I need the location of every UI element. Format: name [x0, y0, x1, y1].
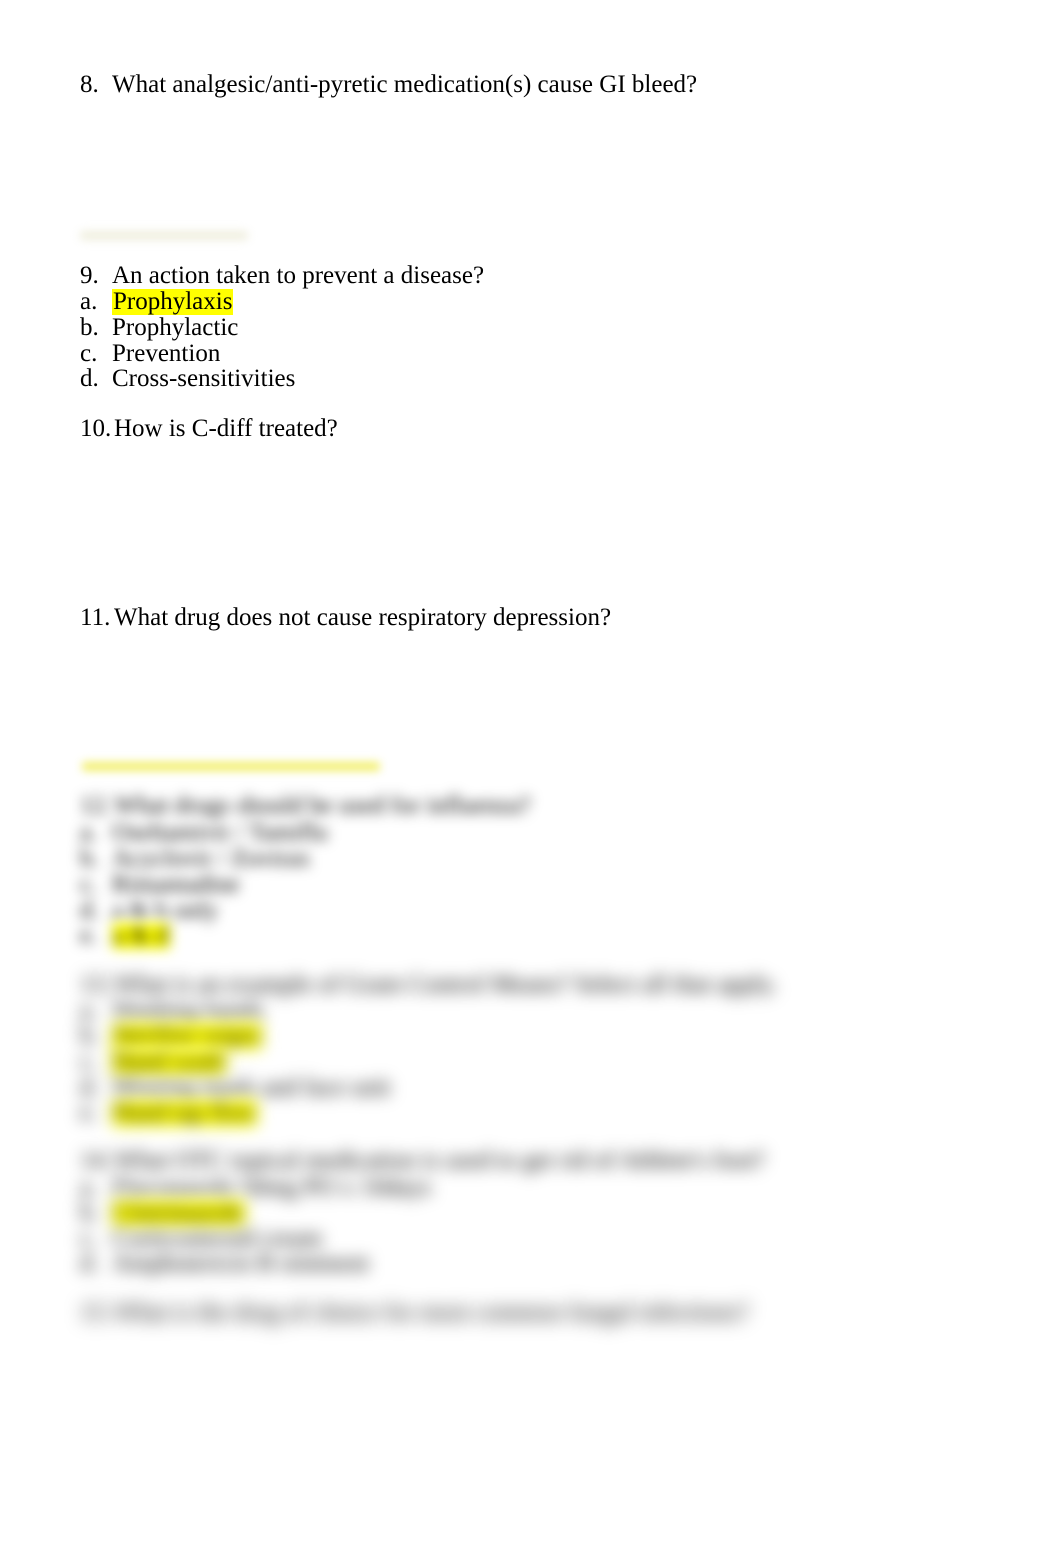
- question-9-text: An action taken to prevent a disease?: [112, 262, 485, 289]
- option-label: Wearing mask and face unit: [112, 1074, 391, 1101]
- option-marker: b.: [80, 1022, 99, 1049]
- question-14-option-c: c. Corticosteroid cream: [80, 1226, 322, 1252]
- option-label: Cross-sensitivities: [112, 365, 296, 392]
- option-label: a & b only: [112, 897, 219, 924]
- question-12-text: What drugs should be used for influenza?: [114, 792, 531, 819]
- option-marker: c.: [80, 1225, 98, 1252]
- question-15: 15. What is the drug of choice for most …: [80, 1300, 749, 1326]
- option-marker: e.: [80, 1099, 98, 1126]
- option-marker: c.: [80, 871, 98, 898]
- question-14-option-b: b. Clotrimazole: [80, 1200, 245, 1226]
- option-label: Hand wash: [112, 1048, 226, 1075]
- option-marker: a.: [80, 997, 98, 1024]
- option-marker: a.: [80, 1174, 98, 1201]
- question-12-option-a: a. Oseltamivir / Tamiflu: [80, 820, 328, 846]
- question-13-option-a: a. Washing hands: [80, 998, 263, 1024]
- question-13-marker: 13.: [80, 971, 112, 998]
- option-marker: c.: [80, 340, 98, 367]
- redacted-answer-strip-1: [80, 231, 248, 240]
- option-label: Hand tap flow: [112, 1099, 258, 1126]
- question-13-option-e: e. Hand tap flow: [80, 1099, 258, 1126]
- option-marker: e.: [80, 922, 98, 949]
- option-label: Amphotericin B ointment: [112, 1250, 369, 1277]
- question-12: 12. What drugs should be used for influe…: [80, 793, 531, 819]
- question-10: 10. How is C-diff treated?: [80, 416, 338, 442]
- question-14: 14. What OTC topical medication is used …: [80, 1148, 765, 1174]
- question-13-text: What is an example of Gram Control Means…: [114, 971, 778, 998]
- question-8-text: What analgesic/anti-pyretic medication(s…: [112, 71, 698, 98]
- question-12-option-b: b. Acyclovir / Zovirax: [80, 846, 311, 872]
- option-marker: b.: [80, 845, 99, 872]
- question-13-option-b: b. Sterilize wipes: [80, 1023, 262, 1049]
- option-label: Prophylactic: [112, 314, 239, 341]
- question-9: 9. An action taken to prevent a disease?: [80, 263, 484, 289]
- question-11-marker: 11.: [80, 604, 111, 631]
- question-12-option-d: d. a & b only: [80, 898, 218, 924]
- option-label: Sterilize wipes: [112, 1022, 262, 1049]
- question-9-marker: 9.: [80, 262, 99, 289]
- option-label: Acyclovir / Zovirax: [112, 845, 311, 872]
- question-10-text: How is C-diff treated?: [114, 415, 338, 442]
- question-10-marker: 10.: [80, 415, 112, 442]
- question-14-marker: 14.: [80, 1147, 112, 1174]
- option-marker: b.: [80, 314, 99, 341]
- question-15-text: What is the drug of choice for most comm…: [114, 1299, 749, 1326]
- option-marker: b.: [80, 1199, 99, 1226]
- question-13-option-d: d. Wearing mask and face unit: [80, 1075, 390, 1101]
- question-8-marker: 8.: [80, 71, 99, 98]
- question-11: 11. What drug does not cause respiratory…: [80, 605, 611, 631]
- option-marker: d.: [80, 1074, 99, 1101]
- question-12-marker: 12.: [80, 792, 112, 819]
- option-label: a & d: [112, 922, 170, 949]
- question-12-option-e: e. a & d: [80, 923, 170, 949]
- option-marker: d.: [80, 365, 99, 392]
- redacted-answer-strip-2: [82, 762, 380, 771]
- option-label: Washing hands: [112, 997, 264, 1024]
- question-9-option-d: d. Cross-sensitivities: [80, 366, 295, 392]
- option-marker: d.: [80, 1250, 99, 1277]
- question-9-option-c: c. Prevention: [80, 341, 220, 367]
- question-8: 8. What analgesic/anti-pyretic medicatio…: [80, 72, 697, 98]
- option-label: Prophylaxis: [112, 288, 234, 315]
- question-13: 13. What is an example of Gram Control M…: [80, 972, 777, 998]
- question-12-option-c: c. Rimantadine: [80, 872, 240, 898]
- option-label: Rimantadine: [112, 871, 240, 898]
- question-13-option-c: c. Hand wash: [80, 1049, 226, 1075]
- option-marker: c.: [80, 1048, 98, 1075]
- question-9-option-b: b. Prophylactic: [80, 315, 238, 341]
- question-9-option-a: a. Prophylaxis: [80, 288, 234, 315]
- option-marker: a.: [80, 819, 98, 846]
- document-page: 8. What analgesic/anti-pyretic medicatio…: [0, 0, 1062, 1561]
- option-label: Clotrimazole: [112, 1199, 245, 1226]
- option-marker: a.: [80, 288, 98, 315]
- option-label: Prevention: [112, 340, 221, 367]
- question-14-option-d: d. Amphotericin B ointment: [80, 1251, 369, 1277]
- option-label: Fluconazole 50mg PO x 10days: [112, 1174, 432, 1201]
- question-14-option-a: a. Fluconazole 50mg PO x 10days: [80, 1175, 431, 1201]
- option-label: Corticosteroid cream: [112, 1225, 323, 1252]
- option-marker: d.: [80, 897, 99, 924]
- question-15-marker: 15.: [80, 1299, 112, 1326]
- question-14-text: What OTC topical medication is used to g…: [114, 1147, 765, 1174]
- question-11-text: What drug does not cause respiratory dep…: [114, 604, 612, 631]
- option-label: Oseltamivir / Tamiflu: [112, 819, 328, 846]
